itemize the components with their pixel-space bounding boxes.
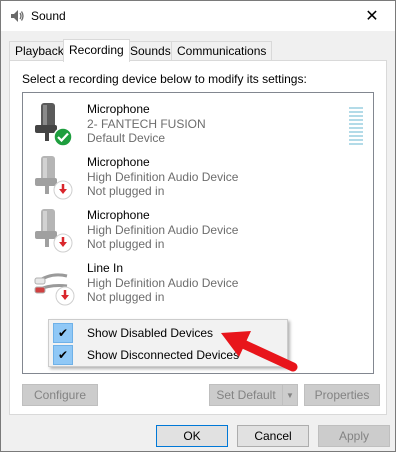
device-item-hd-microphone-1[interactable]: Microphone High Definition Audio Device … — [23, 150, 373, 203]
device-name: Microphone — [87, 102, 150, 116]
apply-button[interactable]: Apply — [318, 425, 390, 447]
window-title: Sound — [31, 9, 66, 23]
checkmark-icon: ✔ — [53, 345, 73, 365]
instruction-text: Select a recording device below to modif… — [22, 72, 307, 86]
microphone-icon — [35, 103, 73, 147]
configure-button[interactable]: Configure — [22, 384, 98, 406]
device-name: Line In — [87, 261, 124, 275]
tab-playback[interactable]: Playback — [9, 41, 70, 61]
device-item-hd-microphone-2[interactable]: Microphone High Definition Audio Device … — [23, 203, 373, 256]
red-down-arrow-badge — [53, 233, 73, 253]
device-status: Not plugged in — [87, 237, 165, 251]
tab-communications[interactable]: Communications — [171, 41, 273, 61]
close-button[interactable]: ✕ — [349, 1, 395, 31]
close-icon: ✕ — [365, 8, 379, 25]
menu-item-show-disabled-devices[interactable]: ✔ Show Disabled Devices — [51, 322, 285, 344]
tab-recording[interactable]: Recording — [63, 39, 130, 62]
device-description: 2- FANTECH FUSION — [87, 117, 206, 131]
device-description: High Definition Audio Device — [87, 223, 239, 237]
device-status: Not plugged in — [87, 184, 165, 198]
cancel-button[interactable]: Cancel — [237, 425, 309, 447]
ok-button[interactable]: OK — [156, 425, 228, 447]
device-description: High Definition Audio Device — [87, 170, 239, 184]
title-bar: Sound ✕ — [1, 1, 395, 31]
context-menu: ✔ Show Disabled Devices ✔ Show Disconnec… — [48, 319, 288, 367]
red-down-arrow-badge — [53, 180, 73, 200]
device-item-fantech-microphone[interactable]: Microphone 2- FANTECH FUSION Default Dev… — [23, 97, 373, 150]
set-default-button[interactable]: Set Default — [209, 384, 283, 406]
device-status: Default Device — [87, 131, 166, 145]
menu-item-label: Show Disabled Devices — [87, 326, 214, 340]
green-check-badge — [53, 127, 73, 147]
tab-sounds[interactable]: Sounds — [124, 41, 177, 61]
line-in-cable-icon — [34, 273, 75, 306]
sound-dialog: Sound ✕ Playback Recording Sounds Commun… — [0, 0, 396, 452]
set-default-dropdown[interactable]: ▼ — [282, 384, 298, 406]
speaker-icon — [11, 10, 24, 22]
menu-item-show-disconnected-devices[interactable]: ✔ Show Disconnected Devices — [51, 344, 285, 366]
microphone-icon — [35, 156, 73, 200]
menu-item-label: Show Disconnected Devices — [87, 348, 240, 362]
chevron-down-icon: ▼ — [286, 390, 294, 400]
device-name: Microphone — [87, 208, 150, 222]
device-status: Not plugged in — [87, 290, 165, 304]
device-description: High Definition Audio Device — [87, 276, 239, 290]
device-name: Microphone — [87, 155, 150, 169]
properties-button[interactable]: Properties — [304, 384, 380, 406]
red-down-arrow-badge — [55, 286, 75, 306]
checkmark-icon: ✔ — [53, 323, 73, 343]
device-item-line-in[interactable]: Line In High Definition Audio Device Not… — [23, 256, 373, 309]
microphone-icon — [35, 209, 73, 253]
level-meter — [349, 107, 363, 151]
